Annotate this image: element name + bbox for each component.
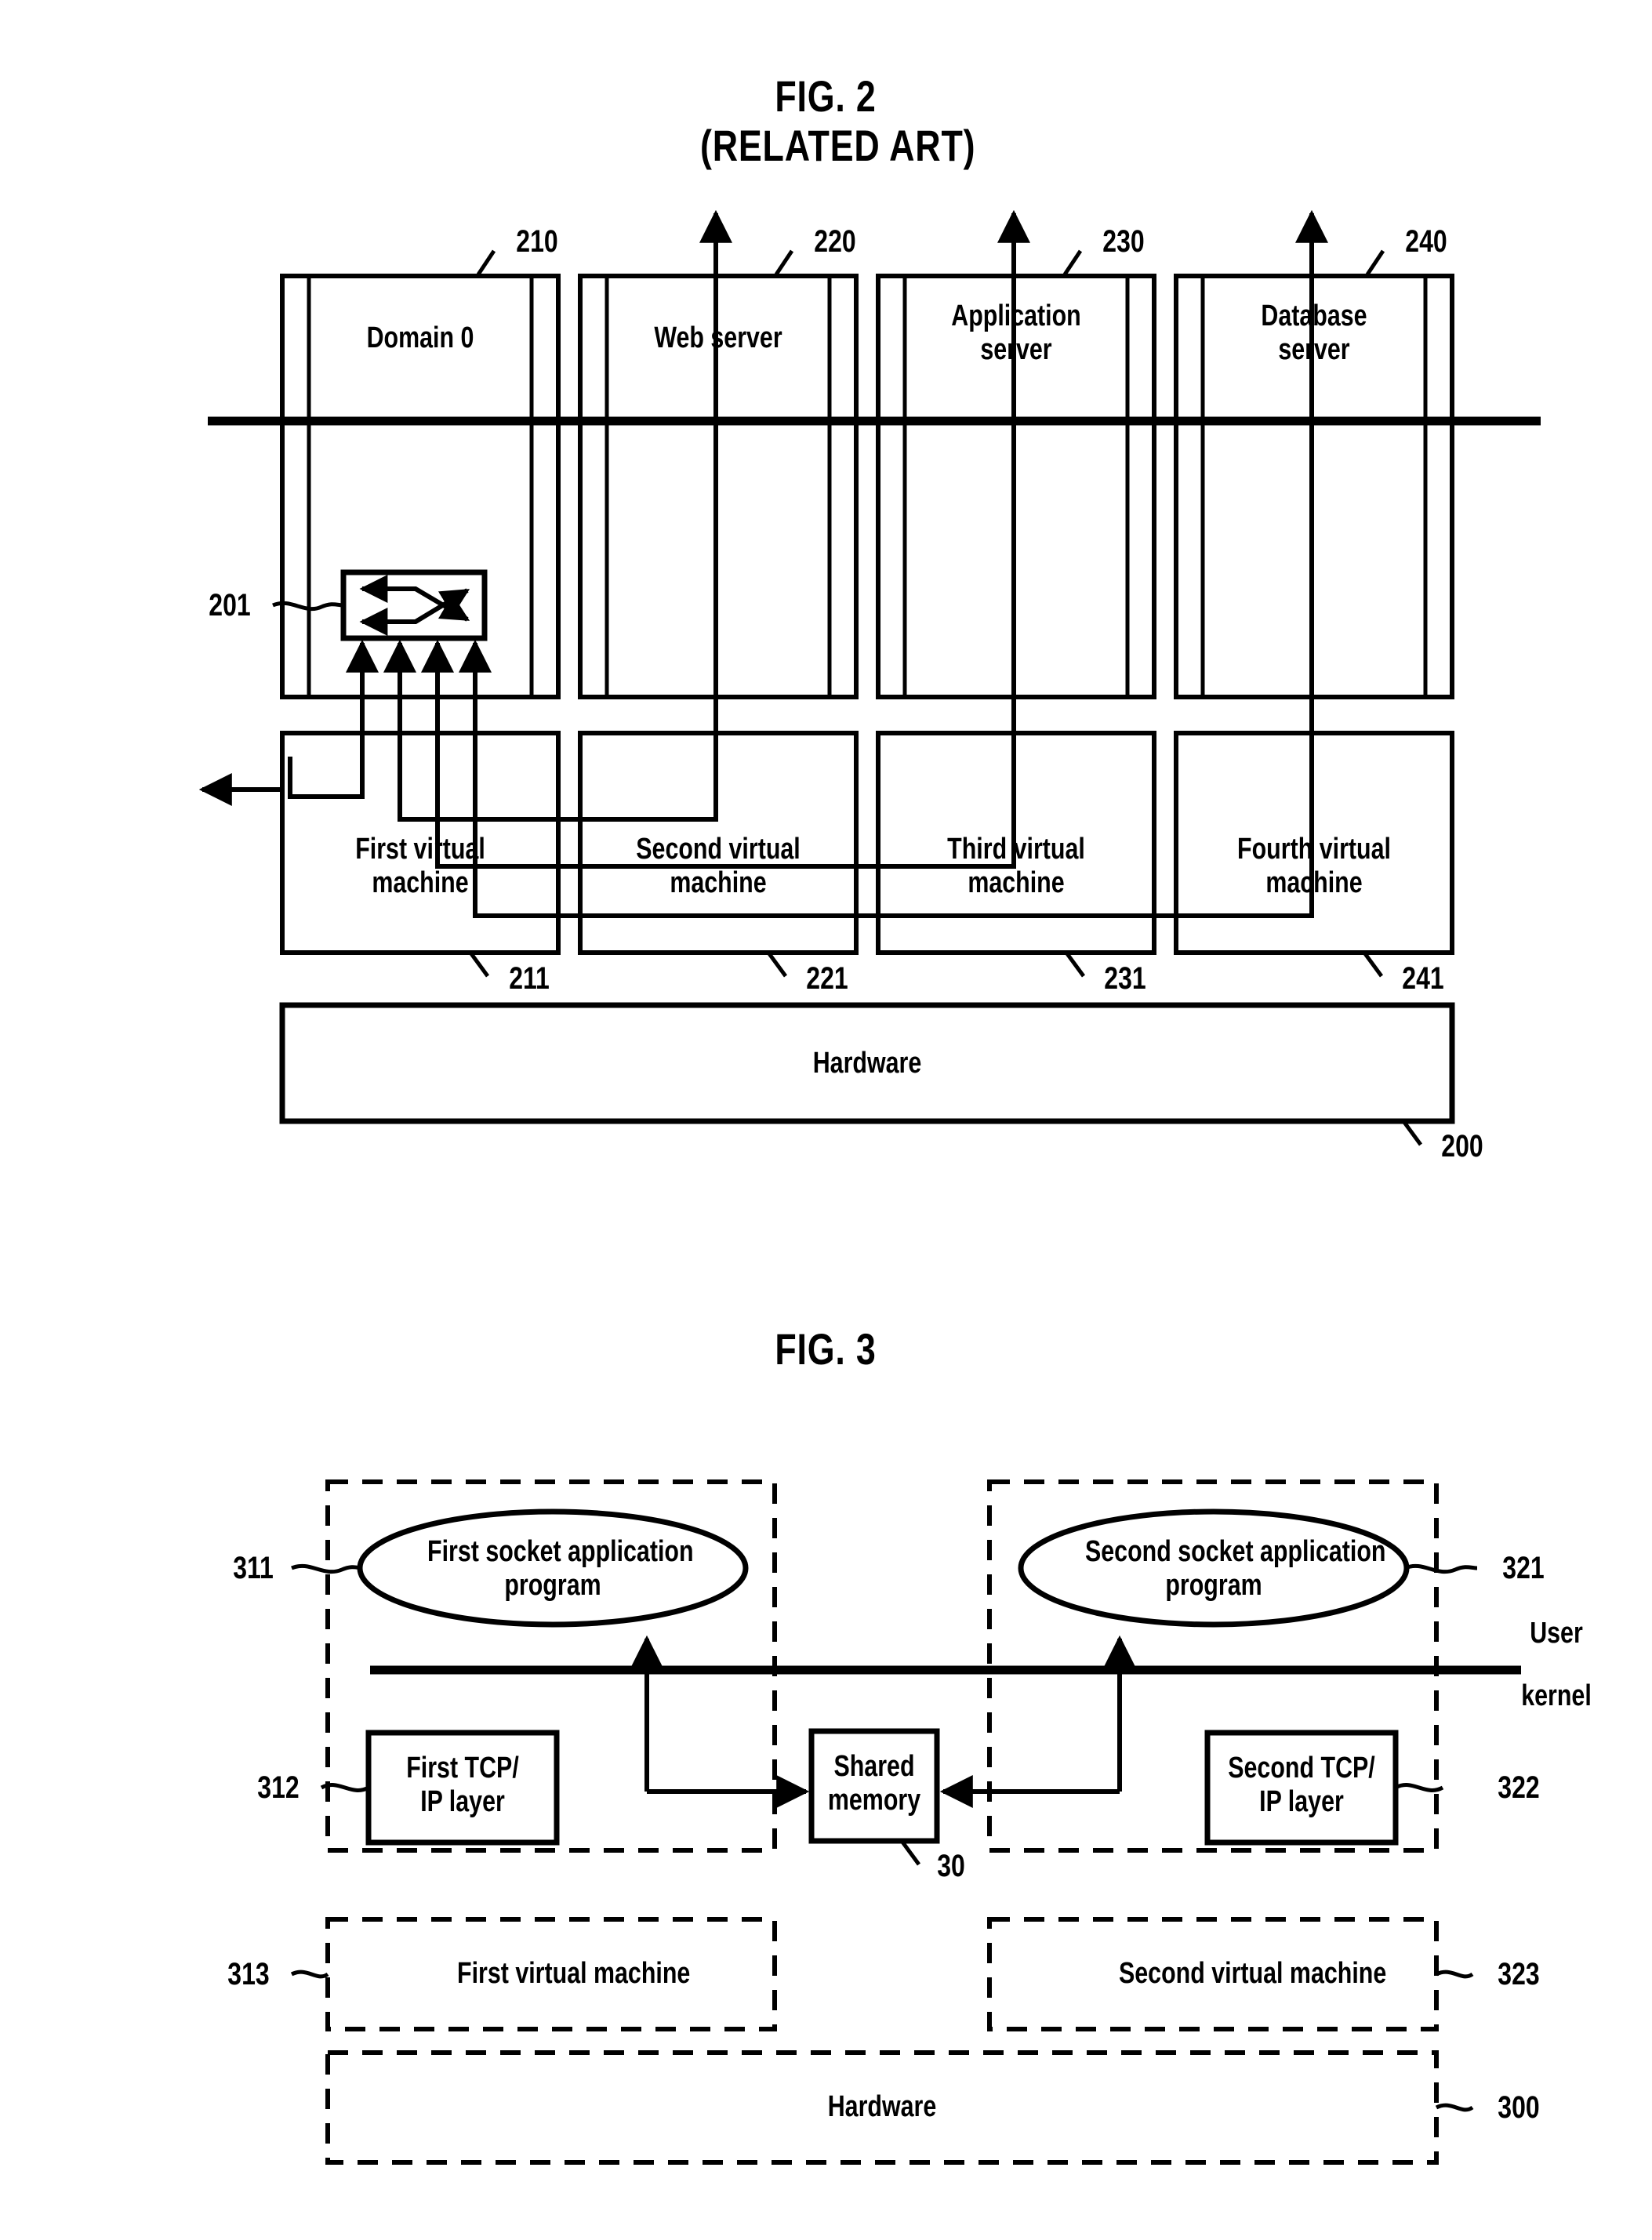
fig2-box-domain0-label: Domain 0 [366, 321, 474, 354]
fig2-top-leaders [476, 249, 1385, 276]
fig2-ref-230: 230 [1102, 224, 1145, 259]
fig2-ref-221: 221 [806, 961, 848, 996]
fig3-shared-memory-label: Shared memory [827, 1750, 921, 1817]
fig3-left-flow-arrows [630, 1635, 810, 1808]
fig3-ref-313: 313 [227, 1957, 270, 1991]
fig3-ref-323: 323 [1498, 1957, 1540, 1991]
fig3-leader-30 [899, 1839, 921, 1866]
fig3-right-vm-label: Second virtual machine [1119, 1957, 1387, 1990]
fig2-ref-240: 240 [1405, 224, 1447, 259]
fig3-right-flow-arrows [939, 1635, 1136, 1808]
fig2-ref-231: 231 [1104, 961, 1146, 996]
fig3-leader-321 [1404, 1563, 1478, 1574]
fig3-user-label: User [1530, 1617, 1583, 1650]
fig2-switch-cross-arrows [359, 575, 470, 636]
fig3-ref-322: 322 [1498, 1770, 1540, 1805]
fig3-left-app-label: First socket application program [427, 1535, 694, 1602]
fig2-ref-201: 201 [209, 588, 251, 623]
fig2-ref-210: 210 [516, 224, 558, 259]
fig2-switch-box [340, 569, 488, 641]
patent-drawing-sheet: FIG. 2 (RELATED ART) Domain 0 Web server… [0, 0, 1652, 2240]
fig3-hardware-label: Hardware [827, 2090, 937, 2123]
fig2-box-database-server-label: Database server [1261, 300, 1367, 366]
fig3-leader-323 [1435, 1970, 1474, 1979]
fig2-ref-220: 220 [814, 224, 856, 259]
fig2-switch-input-arrows [346, 639, 492, 729]
fig2-vm-leaders [468, 951, 1384, 978]
fig3-leader-311 [291, 1563, 363, 1574]
fig2-title: FIG. 2 [775, 71, 877, 121]
fig3-ref-312: 312 [257, 1770, 300, 1805]
fig2-ref-211: 211 [509, 961, 550, 996]
fig2-ref-200: 200 [1441, 1129, 1483, 1164]
fig2-vm-fourth-label: Fourth virtual machine [1237, 833, 1391, 899]
fig3-left-vm-label: First virtual machine [457, 1957, 691, 1990]
fig3-ref-311: 311 [233, 1551, 274, 1585]
fig2-vm-third-label: Third virtual machine [947, 833, 1085, 899]
fig3-ref-30: 30 [937, 1849, 965, 1883]
fig2-box-web-server-label: Web server [654, 321, 782, 354]
fig3-ref-321: 321 [1502, 1551, 1545, 1585]
fig3-left-tcp-label: First TCP/ IP layer [406, 1752, 519, 1818]
fig2-vm-second-label: Second virtual machine [636, 833, 801, 899]
fig2-vm-first-label: First virtual machine [355, 833, 485, 899]
fig3-leader-322 [1394, 1783, 1444, 1792]
fig3-right-app-label: Second socket application program [1085, 1535, 1386, 1602]
fig2-box-application-server-label: Application server [951, 300, 1081, 366]
fig3-leader-313 [290, 1970, 329, 1979]
fig3-leader-300 [1435, 2103, 1474, 2112]
fig2-hardware-label: Hardware [812, 1047, 922, 1080]
fig3-title: FIG. 3 [775, 1324, 877, 1374]
fig2-subtitle: (RELATED ART) [700, 121, 976, 170]
fig3-kernel-label: kernel [1521, 1679, 1592, 1712]
fig2-leader-200 [1401, 1120, 1423, 1146]
fig2-ref-241: 241 [1402, 961, 1444, 996]
fig3-right-tcp-label: Second TCP/ IP layer [1228, 1752, 1375, 1818]
fig3-ref-300: 300 [1498, 2090, 1540, 2125]
